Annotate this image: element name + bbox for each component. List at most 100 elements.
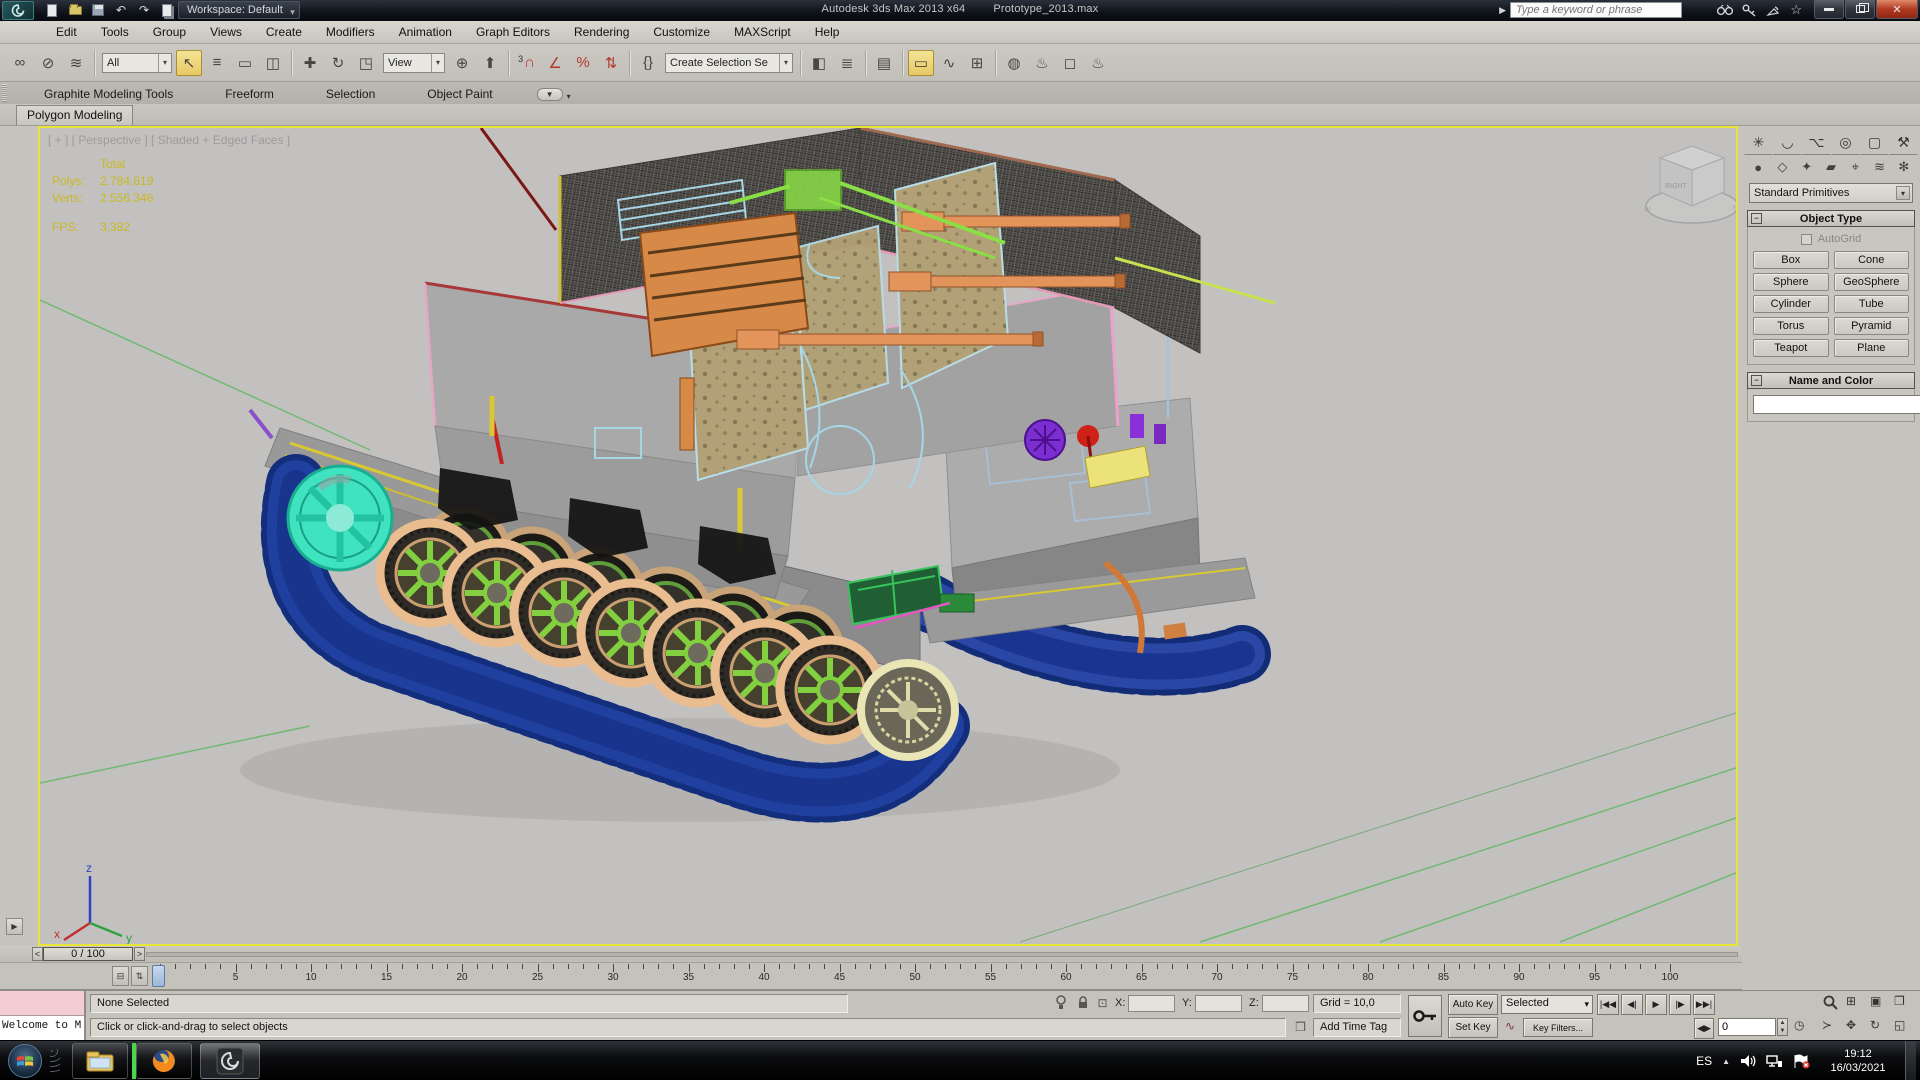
select-and-move-icon[interactable]: ✚ xyxy=(297,50,323,76)
select-and-rotate-icon[interactable]: ↻ xyxy=(325,50,351,76)
listener-pane[interactable]: Welcome to M xyxy=(0,1016,84,1040)
minimize-button[interactable] xyxy=(1814,0,1844,19)
time-slider-track[interactable] xyxy=(146,952,1738,957)
selection-region-cube-icon[interactable]: ❒ xyxy=(1292,1019,1309,1036)
curve-editor-icon[interactable]: ∿ xyxy=(936,50,962,76)
command-panel-tab-icon[interactable]: ✳ xyxy=(1744,129,1773,155)
render-setup-icon[interactable]: ♨ xyxy=(1029,50,1055,76)
ribbon-minimize-button[interactable]: ▼ xyxy=(536,88,563,101)
default-tangent-icon[interactable]: ∿ xyxy=(1501,1019,1519,1037)
track-bar[interactable]: ⊟ ⇅ 051015202530354045505560657075808590… xyxy=(0,962,1742,990)
go-to-start-button[interactable]: |◀◀ xyxy=(1597,994,1619,1015)
align-icon[interactable]: ≣ xyxy=(834,50,860,76)
go-to-end-button[interactable]: ▶▶| xyxy=(1693,994,1715,1015)
track-bar-filter-icon[interactable]: ⇅ xyxy=(131,966,148,986)
open-mini-curve-editor-icon[interactable]: ⊟ xyxy=(112,966,129,986)
language-indicator[interactable]: ES xyxy=(1696,1054,1712,1068)
collapse-icon[interactable]: − xyxy=(1751,375,1762,386)
menu-item[interactable]: Modifiers xyxy=(314,22,387,42)
network-icon[interactable] xyxy=(1766,1054,1783,1068)
previous-frame-button[interactable]: ◀| xyxy=(1621,994,1643,1015)
ribbon-tab[interactable]: Object Paint xyxy=(401,84,518,104)
perspective-viewport[interactable]: RIGHT W N z x y [ + ] [ Perspective ] [ … xyxy=(38,126,1738,946)
current-frame-marker[interactable] xyxy=(152,965,165,987)
create-category-icon[interactable]: ● xyxy=(1746,157,1770,177)
mirror-icon[interactable]: ◧ xyxy=(806,50,832,76)
key-filters-button[interactable]: Key Filters... xyxy=(1523,1018,1593,1037)
tank-model[interactable]: RIGHT W N z x y xyxy=(40,128,1736,944)
next-frame-button[interactable]: |▶ xyxy=(1669,994,1691,1015)
close-button[interactable]: ✕ xyxy=(1876,0,1918,19)
object-name-field[interactable] xyxy=(1753,395,1920,414)
object-type-rollout-header[interactable]: − Object Type xyxy=(1747,210,1915,227)
absolute-offset-toggle-icon[interactable]: ⊡ xyxy=(1094,995,1111,1012)
viewport-label[interactable]: [ + ] [ Perspective ] [ Shaded + Edged F… xyxy=(48,133,290,147)
menu-item[interactable]: Create xyxy=(254,22,314,42)
geometry-class-dropdown[interactable]: Standard Primitives ▾ xyxy=(1749,183,1913,203)
autogrid-checkbox[interactable] xyxy=(1800,233,1812,245)
window-crossing-toggle-icon[interactable]: ◫ xyxy=(260,50,286,76)
manage-layers-icon[interactable]: ▤ xyxy=(871,50,897,76)
show-desktop-button[interactable] xyxy=(1905,1041,1916,1080)
x-coordinate-field[interactable] xyxy=(1128,995,1175,1012)
communication-center-icon[interactable] xyxy=(1766,4,1781,17)
viewport-canvas[interactable]: RIGHT W N z x y xyxy=(40,128,1736,944)
add-time-tag[interactable]: Add Time Tag xyxy=(1313,1018,1401,1037)
primitive-button[interactable]: Pyramid xyxy=(1833,317,1909,335)
primitive-button[interactable]: Teapot xyxy=(1753,339,1829,357)
graphite-ribbon-toggle-icon[interactable]: ▭ xyxy=(908,49,934,76)
create-category-icon[interactable]: ✦ xyxy=(1795,157,1819,177)
z-coordinate-field[interactable] xyxy=(1262,995,1309,1012)
next-frame-arrow[interactable]: > xyxy=(134,947,145,961)
play-button[interactable]: ▶ xyxy=(1645,994,1667,1015)
zoom-extents-icon[interactable]: ▣ xyxy=(1870,994,1892,1015)
y-coordinate-field[interactable] xyxy=(1195,995,1242,1012)
flyout-arrow-icon[interactable]: ≻ xyxy=(1822,1018,1844,1039)
edit-named-selection-sets-icon[interactable]: {} xyxy=(635,50,661,76)
select-object-button[interactable]: ↖ xyxy=(176,49,202,76)
rectangular-selection-region-icon[interactable]: ▭ xyxy=(232,50,258,76)
create-category-icon[interactable]: ≋ xyxy=(1867,157,1891,177)
key-step-toggle[interactable]: ◀▶ xyxy=(1694,1018,1714,1039)
menu-item[interactable]: Edit xyxy=(44,22,89,42)
select-and-manipulate-icon[interactable]: ⬆ xyxy=(477,50,503,76)
angle-snap-icon[interactable]: ∠ xyxy=(542,50,568,76)
select-and-link-icon[interactable]: ∞ xyxy=(7,50,33,76)
maxscript-mini-listener[interactable]: Welcome to M xyxy=(0,991,86,1041)
ribbon-tab[interactable]: Graphite Modeling Tools xyxy=(18,84,199,104)
primitive-button[interactable]: GeoSphere xyxy=(1833,273,1909,291)
select-and-scale-icon[interactable]: ◳ xyxy=(353,50,379,76)
create-category-icon[interactable]: ✻ xyxy=(1892,157,1916,177)
command-panel-tab-icon[interactable]: ⌥ xyxy=(1802,129,1831,155)
zoom-all-icon[interactable]: ⊞ xyxy=(1846,994,1868,1015)
isolate-selection-icon[interactable] xyxy=(1052,995,1069,1012)
macro-recorder-pane[interactable] xyxy=(0,991,84,1016)
search-binoculars-icon[interactable] xyxy=(1717,4,1734,17)
action-center-flag-icon[interactable] xyxy=(1793,1054,1811,1069)
ribbon-tab[interactable]: Selection xyxy=(300,84,401,104)
spinner-snap-icon[interactable]: ⇅ xyxy=(598,50,624,76)
snaps-toggle-icon[interactable]: 3 ∩ xyxy=(514,50,540,76)
collapse-icon[interactable]: − xyxy=(1751,213,1762,224)
key-mode-dropdown[interactable]: Selected xyxy=(1501,995,1593,1014)
unlink-selection-icon[interactable]: ⊘ xyxy=(35,50,61,76)
create-category-icon[interactable]: ▰ xyxy=(1819,157,1843,177)
viewcube[interactable]: RIGHT W N xyxy=(1644,145,1736,224)
command-panel-tab-icon[interactable]: ◡ xyxy=(1773,129,1802,155)
pan-view-icon[interactable]: ✥ xyxy=(1846,1018,1868,1039)
percent-snap-icon[interactable]: % xyxy=(570,50,596,76)
auto-key-button[interactable]: Auto Key xyxy=(1448,994,1498,1015)
selection-lock-icon[interactable] xyxy=(1074,995,1091,1012)
render-production-icon[interactable]: ♨ xyxy=(1085,50,1111,76)
maximize-viewport-toggle-icon[interactable]: ◱ xyxy=(1894,1018,1916,1039)
primitive-button[interactable]: Torus xyxy=(1753,317,1829,335)
time-slider-handle[interactable]: 0 / 100 xyxy=(43,947,133,961)
primitive-button[interactable]: Tube xyxy=(1833,295,1909,313)
primitive-button[interactable]: Box xyxy=(1753,251,1829,269)
start-button[interactable] xyxy=(8,1044,42,1078)
taskbar-clock[interactable]: 19:12 16/03/2021 xyxy=(1821,1047,1895,1075)
zoom-extents-all-icon[interactable]: ❐ xyxy=(1894,994,1916,1015)
taskbar-3dsmax-button[interactable] xyxy=(200,1043,260,1079)
menu-item[interactable]: Help xyxy=(803,22,852,42)
create-category-icon[interactable]: ◇ xyxy=(1770,157,1794,177)
